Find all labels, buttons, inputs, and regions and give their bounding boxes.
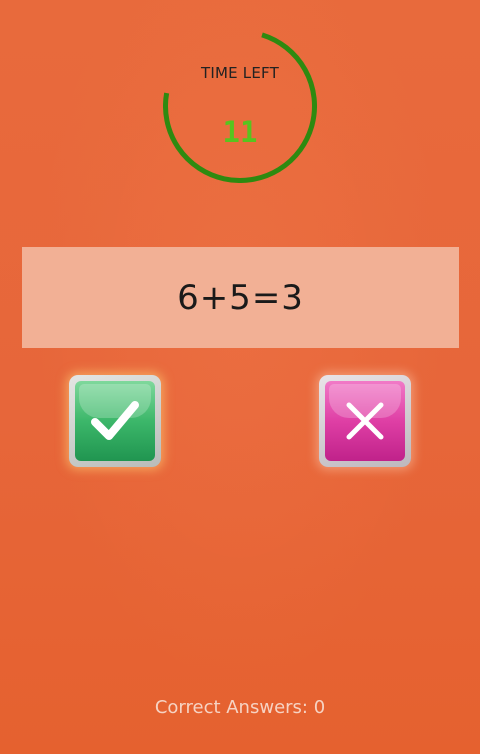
equation-text: 6+5=3 [177,277,304,318]
check-icon [91,401,139,440]
wrong-button-face [325,381,405,461]
timer-label: TIME LEFT [201,64,279,82]
correct-button[interactable] [69,375,161,467]
timer: TIME LEFT 11 [163,29,317,183]
timer-progress-arc [163,32,317,183]
timer-ring [163,32,317,183]
equation-panel: 6+5=3 [22,247,459,348]
wrong-button[interactable] [319,375,411,467]
correct-answers-counter: Correct Answers: 0 [154,697,326,718]
correct-button-face [75,381,155,461]
cross-icon [346,402,384,440]
timer-value: 11 [222,115,258,149]
